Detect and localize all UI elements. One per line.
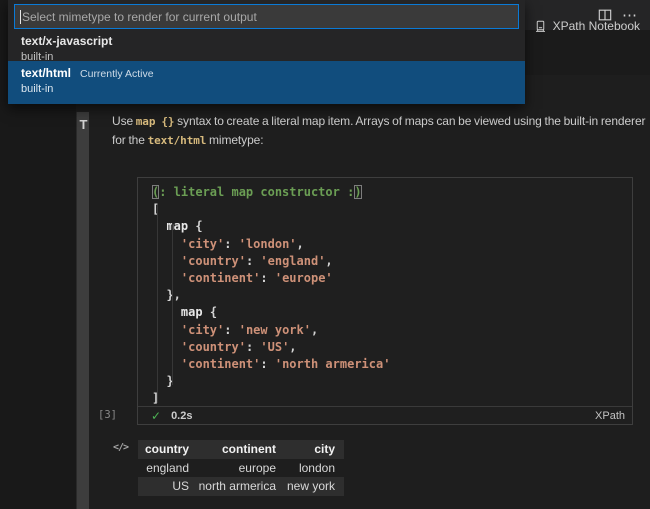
indent-guide <box>172 223 173 385</box>
table-header-city: city <box>285 440 344 459</box>
indent-guide <box>157 205 158 403</box>
code-cell: (: literal map constructor :)[ map { 'ci… <box>137 177 633 425</box>
markdown-line-1: Use map {} syntax to create a literal ma… <box>112 112 650 131</box>
inline-code-texthtml: text/html <box>148 134 207 147</box>
mimetype-quickpick: Select mimetype to render for current ou… <box>8 0 525 104</box>
code-lines: (: literal map constructor :)[ map { 'ci… <box>152 184 632 405</box>
markdown-line-2: for the text/html mimetype: <box>112 131 650 150</box>
kernel-icon <box>534 20 547 33</box>
code-editor[interactable]: (: literal map constructor :)[ map { 'ci… <box>138 178 632 405</box>
output-table: country continent city england europe lo… <box>138 440 344 496</box>
option-detail: built-in <box>21 82 525 96</box>
markdown-cell: Use map {} syntax to create a literal ma… <box>112 112 650 150</box>
cell-status-bar: ✓ 0.2s XPath <box>138 407 632 425</box>
kernel-picker-label: XPath Notebook <box>553 19 640 33</box>
option-label: text/x-javascript <box>21 34 112 49</box>
option-badge: Currently Active <box>80 68 154 80</box>
quickpick-option-text-html[interactable]: text/html Currently Active built-in <box>8 61 525 104</box>
text-cursor <box>20 10 21 24</box>
table-header-country: country <box>138 440 198 459</box>
scrollbar-letter: T <box>77 117 90 132</box>
quickpick-placeholder: Select mimetype to render for current ou… <box>22 10 257 24</box>
execution-order-label: [3] <box>98 409 117 421</box>
option-label: text/html <box>21 66 71 81</box>
execution-duration: 0.2s <box>171 410 192 422</box>
output-mimetype-icon[interactable]: </> <box>113 442 128 453</box>
success-check-icon: ✓ <box>151 409 161 423</box>
table-header-continent: continent <box>198 440 285 459</box>
vertical-scrollbar[interactable] <box>76 112 89 509</box>
cell-language-picker[interactable]: XPath <box>595 410 625 422</box>
inline-code-map: map {} <box>136 115 175 128</box>
table-header-row: country continent city <box>138 440 344 459</box>
table-row: england europe london <box>138 459 344 478</box>
table-row: US north armerica new york <box>138 477 344 496</box>
kernel-picker[interactable]: XPath Notebook <box>534 19 640 33</box>
quickpick-option-text-x-javascript[interactable]: text/x-javascript built-in <box>8 31 525 61</box>
quickpick-input[interactable]: Select mimetype to render for current ou… <box>14 4 519 29</box>
